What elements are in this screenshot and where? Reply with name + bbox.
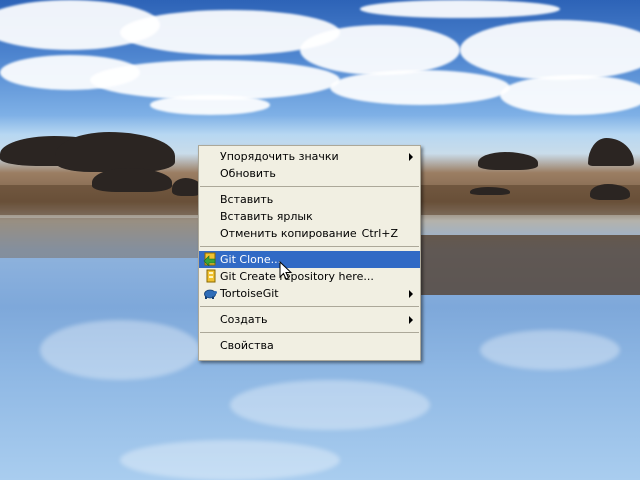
submenu-arrow-icon [409,316,413,324]
wallpaper-reflection [40,320,200,380]
menu-separator [200,306,419,307]
submenu-arrow-icon [409,153,413,161]
menu-separator [200,186,419,187]
wallpaper-cloud [500,75,640,115]
menu-item-properties[interactable]: Свойства [199,337,420,354]
wallpaper-cloud [150,95,270,115]
menu-item-refresh[interactable]: Обновить [199,165,420,182]
menu-item-label: Git Clone... [220,253,282,266]
desktop-context-menu: Упорядочить значки Обновить Вставить Вст… [198,145,421,361]
wallpaper-rock [590,184,630,200]
tortoisegit-icon [203,286,217,300]
menu-item-new[interactable]: Создать [199,311,420,328]
menu-separator [200,246,419,247]
wallpaper-cloud [460,20,640,80]
menu-item-label: Git Create repository here... [220,270,374,283]
menu-item-arrange-icons[interactable]: Упорядочить значки [199,148,420,165]
menu-item-shortcut: Ctrl+Z [361,227,398,240]
menu-item-label: Свойства [220,339,274,352]
wallpaper-reflection [120,440,340,480]
submenu-arrow-icon [409,290,413,298]
menu-item-label: Обновить [220,167,276,180]
git-create-repository-icon [203,269,217,283]
menu-item-tortoisegit[interactable]: TortoiseGit [199,285,420,302]
wallpaper-sand [0,218,210,258]
wallpaper-reflection [480,330,620,370]
wallpaper-cloud [360,0,560,18]
menu-item-label: Создать [220,313,268,326]
menu-item-label: Упорядочить значки [220,150,339,163]
menu-item-label: Вставить ярлык [220,210,313,223]
arrow-cursor-icon [279,260,293,281]
wallpaper-rock [478,152,538,170]
wallpaper-rock [55,132,175,172]
menu-item-paste[interactable]: Вставить [199,191,420,208]
menu-item-label: TortoiseGit [220,287,279,300]
menu-item-label: Отменить копирование [220,227,357,240]
desktop[interactable]: Упорядочить значки Обновить Вставить Вст… [0,0,640,480]
wallpaper-cloud [330,70,510,105]
wallpaper-reflection [230,380,430,430]
menu-item-undo-copy[interactable]: Отменить копирование Ctrl+Z [199,225,420,242]
menu-item-git-clone[interactable]: Git Clone... [199,251,420,268]
wallpaper-rock [92,168,172,192]
menu-separator [200,332,419,333]
menu-item-git-create-repository[interactable]: Git Create repository here... [199,268,420,285]
menu-item-label: Вставить [220,193,274,206]
wallpaper-rock [588,138,634,166]
wallpaper-cloud [300,25,460,75]
git-clone-icon [203,252,217,267]
wallpaper-cloud [90,60,340,100]
wallpaper-rock [470,187,510,195]
menu-item-paste-shortcut[interactable]: Вставить ярлык [199,208,420,225]
